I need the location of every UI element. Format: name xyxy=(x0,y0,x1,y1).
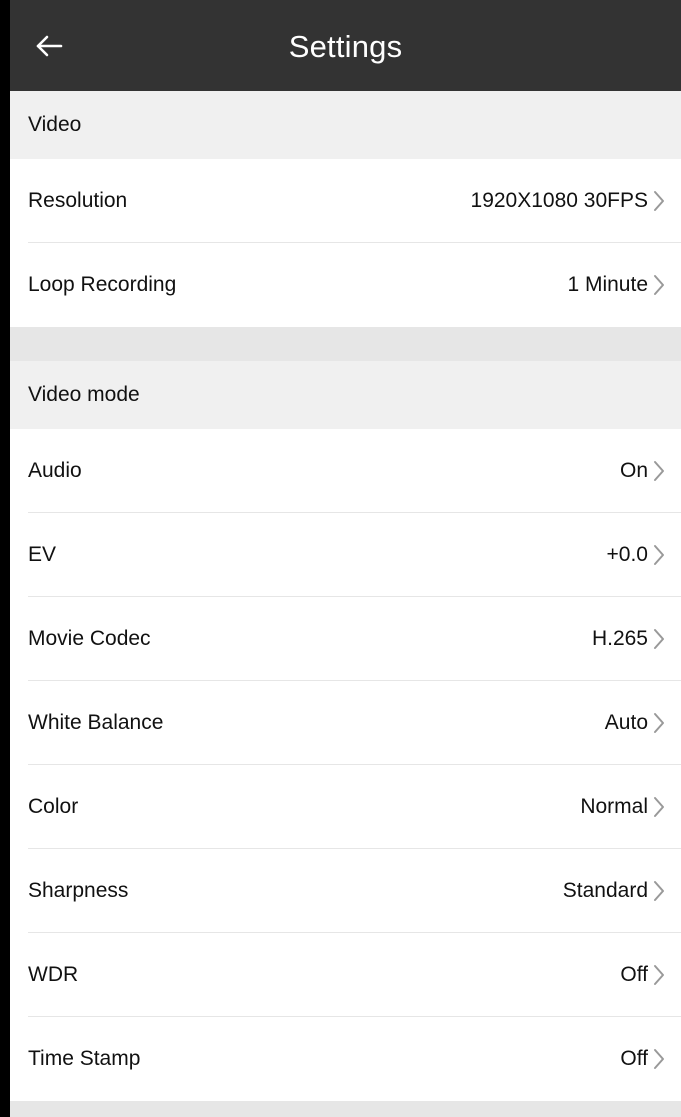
setting-value-group: 1920X1080 30FPS xyxy=(471,189,665,213)
setting-label: Sharpness xyxy=(28,879,129,902)
chevron-right-icon xyxy=(653,880,665,902)
chevron-right-icon xyxy=(653,712,665,734)
bottom-separator xyxy=(10,1101,681,1117)
setting-value: Standard xyxy=(562,879,648,902)
chevron-right-icon xyxy=(653,796,665,818)
back-arrow-icon xyxy=(36,35,63,57)
chevron-right-icon xyxy=(653,628,665,650)
settings-list: Video Resolution 1920X1080 30FPS Loop Re… xyxy=(10,91,681,1117)
chevron-right-icon xyxy=(653,274,665,296)
section-video-mode: Video mode Audio On EV +0.0 Movie Codec … xyxy=(10,361,681,1101)
setting-row-sharpness[interactable]: Sharpness Standard xyxy=(10,849,681,933)
setting-row-audio[interactable]: Audio On xyxy=(10,429,681,513)
setting-value-group: Off xyxy=(620,963,665,987)
section-separator xyxy=(10,327,681,361)
setting-label: Movie Codec xyxy=(28,627,151,650)
setting-value-group: +0.0 xyxy=(607,543,665,567)
setting-value: 1 Minute xyxy=(567,273,648,296)
chevron-right-icon xyxy=(653,1048,665,1070)
page-title: Settings xyxy=(288,29,403,64)
section-header-video-mode: Video mode xyxy=(10,361,681,429)
setting-value-group: 1 Minute xyxy=(567,273,665,297)
setting-row-resolution[interactable]: Resolution 1920X1080 30FPS xyxy=(10,159,681,243)
setting-value: Off xyxy=(620,1047,648,1070)
setting-value: Off xyxy=(620,963,648,986)
setting-label: Time Stamp xyxy=(28,1047,141,1070)
setting-value: H.265 xyxy=(591,627,648,650)
chevron-right-icon xyxy=(653,964,665,986)
top-app-bar: Settings xyxy=(10,0,681,91)
chevron-right-icon xyxy=(653,190,665,212)
setting-row-ev[interactable]: EV +0.0 xyxy=(10,513,681,597)
setting-label: White Balance xyxy=(28,711,164,734)
setting-value-group: Standard xyxy=(563,879,665,903)
setting-label: Resolution xyxy=(28,189,128,212)
setting-value: Normal xyxy=(580,795,648,818)
setting-value-group: On xyxy=(620,459,665,483)
setting-value: Auto xyxy=(604,711,648,734)
setting-value-group: Normal xyxy=(580,795,665,819)
setting-row-time-stamp[interactable]: Time Stamp Off xyxy=(10,1017,681,1101)
section-video: Video Resolution 1920X1080 30FPS Loop Re… xyxy=(10,91,681,327)
chevron-right-icon xyxy=(653,544,665,566)
setting-label: Color xyxy=(28,795,79,818)
setting-row-wdr[interactable]: WDR Off xyxy=(10,933,681,1017)
chevron-right-icon xyxy=(653,460,665,482)
setting-row-movie-codec[interactable]: Movie Codec H.265 xyxy=(10,597,681,681)
back-button[interactable] xyxy=(32,29,66,63)
setting-value-group: H.265 xyxy=(592,627,665,651)
setting-row-white-balance[interactable]: White Balance Auto xyxy=(10,681,681,765)
setting-row-loop-recording[interactable]: Loop Recording 1 Minute xyxy=(10,243,681,327)
setting-value-group: Auto xyxy=(605,711,665,735)
setting-value-group: Off xyxy=(620,1047,665,1071)
settings-screen: Settings Video Resolution 1920X1080 30FP… xyxy=(0,0,681,1117)
setting-label: EV xyxy=(28,543,57,566)
setting-value: 1920X1080 30FPS xyxy=(470,189,648,212)
setting-label: Loop Recording xyxy=(28,273,177,296)
setting-value: On xyxy=(619,459,648,482)
left-edge-border xyxy=(0,0,10,1117)
setting-row-color[interactable]: Color Normal xyxy=(10,765,681,849)
setting-label: Audio xyxy=(28,459,82,482)
setting-value: +0.0 xyxy=(606,543,648,566)
setting-label: WDR xyxy=(28,963,79,986)
section-header-video: Video xyxy=(10,91,681,159)
